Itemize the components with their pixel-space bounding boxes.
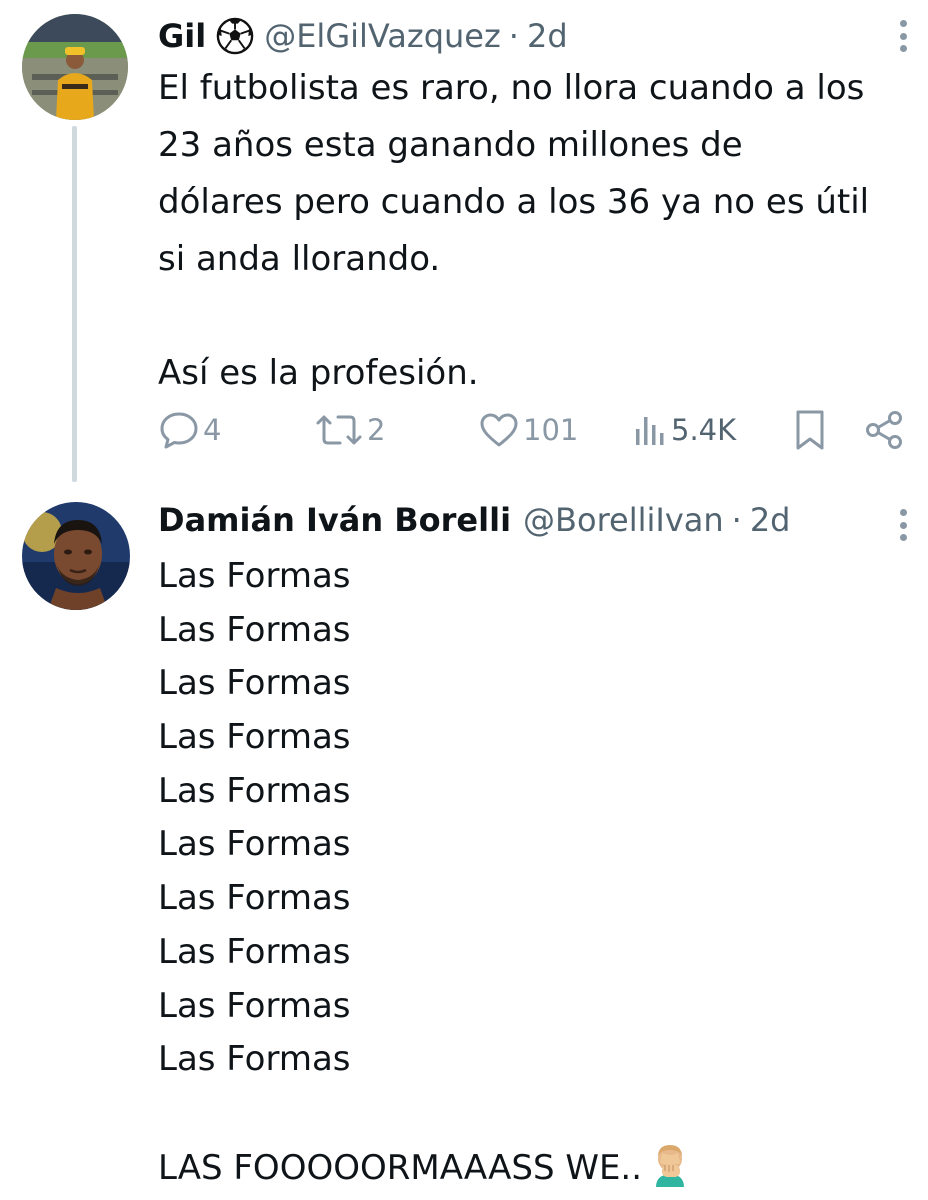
- timestamp[interactable]: 2d: [750, 496, 791, 544]
- tweet-1-text: El futbolista es raro, no llora cuando a…: [158, 60, 869, 402]
- tweet-text-line: El futbolista es raro, no llora cuando a…: [158, 68, 865, 108]
- tweet-text-line: Las Formas: [158, 931, 351, 972]
- tweet-text-line: Las Formas: [158, 985, 351, 1026]
- share-icon: [866, 411, 902, 449]
- speech-bubble-icon: [160, 412, 198, 449]
- reply-count: 4: [203, 413, 222, 447]
- author-handle[interactable]: @ElGilVazquez: [264, 12, 501, 60]
- tweet-1-actions: 4 2 101 5.4K: [158, 404, 918, 456]
- like-button[interactable]: 101: [478, 404, 578, 456]
- more-options-icon[interactable]: [897, 509, 909, 541]
- reply-button[interactable]: 4: [158, 404, 221, 456]
- tweet-text-final: LAS FOOOOORMAAASS WE..: [158, 1147, 643, 1188]
- separator-dot: ·: [508, 17, 519, 55]
- tweet-1-header: Gil @ElGilVazquez · 2d: [158, 12, 568, 60]
- tweet-text-line: Las Formas: [158, 609, 351, 650]
- tweet-text-line: Las Formas: [158, 717, 351, 758]
- bookmark-button[interactable]: [792, 404, 828, 456]
- tweet-text-line: Las Formas: [158, 770, 351, 811]
- tweet-text-line: Las Formas: [158, 824, 351, 865]
- tweet-2-header: Damián Iván Borelli @BorelliIvan · 2d: [158, 496, 790, 544]
- timestamp[interactable]: 2d: [527, 12, 568, 60]
- tweet-text-line: 23 años esta ganando millones de: [158, 125, 743, 165]
- author-handle[interactable]: @BorelliIvan: [523, 496, 724, 544]
- tweet-text-line: Las Formas: [158, 556, 351, 596]
- separator-dot: ·: [731, 501, 742, 539]
- tweet-text-line: Las Formas: [158, 1039, 351, 1080]
- tweet-text-blank: [158, 1087, 690, 1141]
- tweet-text-blank: [158, 288, 869, 345]
- bar-chart-icon: [636, 417, 664, 445]
- tweet-2-text: Las Formas Las Formas Las Formas Las For…: [158, 550, 690, 1194]
- heart-icon: [480, 413, 518, 447]
- retweet-button[interactable]: 2: [314, 404, 385, 456]
- thread-connector-line: [72, 126, 77, 482]
- share-button[interactable]: [862, 404, 906, 456]
- tweet-text-line: Las Formas: [158, 663, 351, 704]
- retweet-count: 2: [367, 413, 386, 447]
- avatar-gil[interactable]: [22, 14, 128, 120]
- face-palm-emoji-icon: [650, 1141, 690, 1187]
- tweet-text-line: Así es la profesión.: [158, 353, 479, 393]
- like-count: 101: [523, 413, 579, 447]
- avatar-borelli[interactable]: [22, 502, 130, 610]
- avatar-borelli-image: [22, 502, 130, 610]
- tweet-text-line: Las Formas: [158, 878, 351, 919]
- retweet-icon: [316, 415, 362, 445]
- soccer-ball-icon: [216, 17, 254, 55]
- avatar-gil-image: [22, 14, 128, 120]
- tweet-text-line: dólares pero cuando a los 36 ya no es út…: [158, 182, 870, 222]
- views-button[interactable]: 5.4K: [632, 404, 736, 456]
- more-options-icon[interactable]: [897, 20, 909, 52]
- bookmark-icon: [796, 410, 824, 450]
- views-count: 5.4K: [671, 413, 737, 447]
- author-name[interactable]: Gil: [158, 12, 206, 60]
- tweet-text-line: si anda llorando.: [158, 239, 441, 279]
- tweet-text-line: LAS FOOOOORMAAASS WE..: [158, 1141, 690, 1195]
- author-name[interactable]: Damián Iván Borelli: [158, 496, 511, 544]
